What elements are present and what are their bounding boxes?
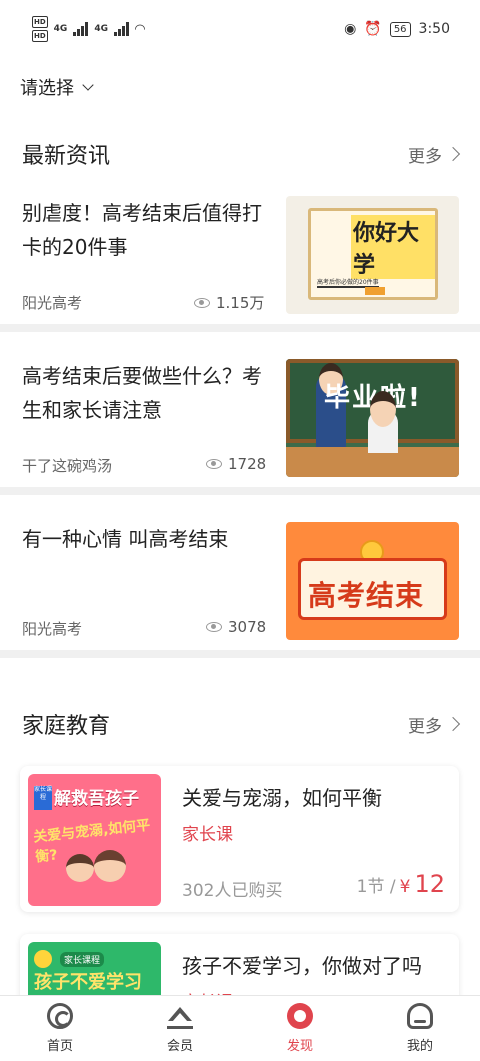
family-section-title: 家庭教育 (22, 714, 111, 739)
region-selector[interactable]: 请选择 (20, 74, 94, 100)
news-views: 3078 (206, 618, 266, 636)
news-title: 有一种心情 叫高考结束 (22, 527, 229, 551)
crown-icon (167, 1003, 193, 1029)
alarm-icon: ⏰ (364, 21, 382, 37)
news-source: 阳光高考 (22, 620, 83, 638)
eye-icon (194, 297, 210, 308)
news-source: 阳光高考 (22, 294, 83, 312)
nav-label: 首页 (46, 1039, 73, 1054)
news-item[interactable]: 别虐度！高考结束后值得打卡的20件事 阳光高考 1.15万 你好大学 高考后你必… (0, 196, 480, 356)
course-thumbnail: 家长课程 解救吾孩子 关爱与宠溺,如何平衡? (28, 774, 161, 906)
nav-label: 我的 (406, 1039, 433, 1054)
eye-comfort-icon: ◉ (344, 21, 357, 37)
status-right: ◉ ⏰ 56 3:50 (344, 21, 450, 37)
thumbnail-student-girl (368, 391, 398, 453)
hd-indicator: HD HD (32, 15, 48, 43)
eye-icon (206, 622, 222, 632)
status-bar: HD HD 4G 4G ◠ ◉ ⏰ 56 3:50 (0, 0, 480, 58)
wifi-icon: ◠ (134, 21, 145, 37)
nav-item-profile[interactable]: 我的 (360, 996, 480, 1061)
chevron-down-icon (82, 78, 94, 91)
news-section-header: 最新资讯 更多 (22, 138, 461, 170)
selector-label: 请选择 (20, 78, 74, 99)
hd-label-1: HD (32, 16, 48, 28)
nav-item-home[interactable]: 首页 (0, 996, 120, 1061)
sun-icon (34, 950, 52, 968)
news-views-count: 1.15万 (216, 294, 265, 312)
thumbnail-text: 高考结束 (308, 579, 425, 612)
thumbnail-child (94, 850, 126, 882)
news-item[interactable]: 有一种心情 叫高考结束 阳光高考 3078 高考结束 (0, 522, 480, 682)
news-section-title: 最新资讯 (22, 144, 111, 169)
course-title: 孩子不爱学习，你做对了吗 (182, 954, 422, 978)
nav-label: 会员 (166, 1039, 193, 1054)
thumbnail-tag: 家长课程 (34, 786, 52, 810)
thumbnail-tag: 家长课程 (60, 952, 105, 967)
divider (0, 324, 480, 332)
home-icon (47, 1003, 73, 1029)
signal-icon (73, 22, 89, 36)
divider (0, 650, 480, 658)
news-views-count: 3078 (228, 618, 267, 636)
profile-icon (407, 1003, 433, 1029)
news-title: 别虐度！高考结束后值得打卡的20件事 (22, 201, 262, 259)
course-category: 家长课 (182, 825, 233, 845)
thumbnail-board: 你好大学 高考后你必做的20件事 (308, 208, 438, 300)
news-thumbnail: 高考结束 (286, 522, 459, 640)
status-left: HD HD 4G 4G ◠ (32, 15, 145, 43)
arrow-icon (365, 287, 385, 295)
hd-label-2: HD (32, 30, 48, 42)
currency-symbol: ¥ (399, 877, 411, 897)
family-more-label: 更多 (408, 716, 442, 737)
course-price: 1节 / ¥ 12 (357, 870, 445, 898)
price-amount: 12 (414, 870, 445, 898)
news-views: 1728 (206, 455, 266, 473)
thumbnail-headline: 解救吾孩子 (54, 789, 139, 809)
course-lessons: 1节 / (356, 877, 396, 897)
news-views-count: 1728 (228, 455, 267, 473)
network-label-2: 4G (94, 24, 108, 34)
divider (0, 487, 480, 495)
news-title: 高考结束后要做些什么？考生和家长请注意 (22, 364, 262, 422)
thumbnail-text: 你好大学 (351, 215, 435, 279)
course-buyers: 302人已购买 (182, 881, 283, 901)
eye-icon (206, 459, 222, 469)
news-item[interactable]: 高考结束后要做些什么？考生和家长请注意 干了这碗鸡汤 1728 毕业啦! (0, 359, 480, 519)
nav-label: 发现 (286, 1039, 313, 1054)
course-title: 关爱与宠溺，如何平衡 (182, 786, 382, 810)
battery-icon: 56 (389, 21, 411, 37)
news-more-link[interactable]: 更多 (408, 142, 461, 167)
signal-icon-2 (113, 22, 129, 36)
news-views: 1.15万 (194, 292, 264, 313)
chevron-right-icon (445, 146, 461, 162)
thumbnail-headline: 孩子不爱学习 (34, 972, 142, 993)
chevron-right-icon (445, 716, 461, 732)
news-thumbnail: 毕业啦! (286, 359, 459, 477)
nav-item-discover[interactable]: 发现 (240, 996, 360, 1061)
bottom-nav: 首页 会员 发现 我的 (0, 995, 480, 1061)
nav-item-membership[interactable]: 会员 (120, 996, 240, 1061)
family-section-header: 家庭教育 更多 (22, 708, 461, 740)
discover-icon (287, 1003, 313, 1029)
news-source: 干了这碗鸡汤 (22, 457, 113, 475)
news-more-label: 更多 (408, 146, 442, 167)
family-more-link[interactable]: 更多 (408, 712, 461, 737)
course-card[interactable]: 家长课程 解救吾孩子 关爱与宠溺,如何平衡? 关爱与宠溺，如何平衡 家长课 30… (20, 766, 459, 912)
network-label-1: 4G (53, 24, 68, 34)
clock: 3:50 (418, 21, 450, 37)
thumbnail-child (66, 854, 94, 882)
news-thumbnail: 你好大学 高考后你必做的20件事 (286, 196, 459, 314)
